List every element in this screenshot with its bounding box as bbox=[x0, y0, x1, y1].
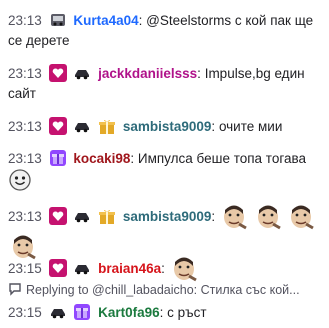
pepe-face-emote-icon[interactable] bbox=[220, 202, 248, 230]
gift-badge-icon[interactable] bbox=[98, 117, 116, 135]
timestamp: 23:13 bbox=[8, 119, 42, 134]
reply-icon bbox=[8, 282, 22, 296]
heart-sub-badge-icon[interactable] bbox=[48, 117, 67, 135]
username[interactable]: Kart0fa96 bbox=[98, 305, 160, 320]
message-text: очите мии bbox=[218, 119, 283, 134]
smile-emote-icon[interactable] bbox=[9, 169, 31, 191]
car-badge-icon[interactable] bbox=[73, 64, 91, 82]
heart-sub-badge-icon[interactable] bbox=[48, 259, 67, 277]
message-text: с ръст bbox=[167, 305, 207, 320]
reply-text: Replying to @chill_labadaicho: Стилка съ… bbox=[26, 283, 300, 297]
chat-message: 23:15 braian46a: bbox=[8, 254, 325, 282]
timestamp: 23:13 bbox=[8, 209, 42, 224]
chat-message: 23:13 sambista9009: bbox=[8, 202, 325, 260]
username[interactable]: sambista9009 bbox=[123, 209, 212, 224]
reply-context[interactable]: Replying to @chill_labadaicho: Стилка съ… bbox=[8, 281, 325, 299]
timestamp: 23:13 bbox=[8, 66, 42, 81]
car-badge-icon[interactable] bbox=[73, 207, 91, 225]
timestamp: 23:13 bbox=[8, 151, 42, 166]
message-text: Импулса беше топа тогава bbox=[137, 151, 307, 166]
gift-badge-icon[interactable] bbox=[49, 149, 67, 167]
username[interactable]: jackkdaniielsss bbox=[98, 66, 197, 81]
chat-message: 23:13 jackkdaniielsss: Impulse,bg един с… bbox=[8, 64, 305, 101]
timestamp: 23:13 bbox=[8, 13, 42, 28]
username[interactable]: kocaki98 bbox=[73, 151, 130, 166]
pepe-face-emote-icon[interactable] bbox=[287, 202, 315, 230]
chat-message: 23:13 Kurta4a04: @Steelstorms с кой пак … bbox=[8, 11, 314, 48]
car-badge-icon[interactable] bbox=[49, 303, 67, 321]
heart-sub-badge-icon[interactable] bbox=[48, 64, 67, 82]
username[interactable]: sambista9009 bbox=[123, 119, 212, 134]
timestamp: 23:15 bbox=[8, 305, 42, 320]
pepe-face-emote-icon[interactable] bbox=[170, 254, 198, 282]
gift-badge-icon[interactable] bbox=[98, 207, 116, 225]
car-badge-icon[interactable] bbox=[73, 117, 91, 135]
chat-message: 23:13 kocaki98: Импулса беше топа тогава bbox=[8, 149, 325, 191]
chat-panel: 23:13 Kurta4a04: @Steelstorms с кой пак … bbox=[0, 0, 329, 328]
gift-badge-icon[interactable] bbox=[73, 303, 91, 321]
chat-message: 23:13 sambista9009: очите мии bbox=[8, 117, 283, 135]
car-badge-icon[interactable] bbox=[49, 11, 67, 29]
chat-message: 23:15 Kart0fa96: с ръст bbox=[8, 303, 207, 321]
username[interactable]: Kurta4a04 bbox=[73, 13, 138, 28]
timestamp: 23:15 bbox=[8, 261, 42, 276]
pepe-face-emote-icon[interactable] bbox=[254, 202, 282, 230]
username[interactable]: braian46a bbox=[98, 261, 161, 276]
car-badge-icon[interactable] bbox=[73, 259, 91, 277]
heart-sub-badge-icon[interactable] bbox=[48, 207, 67, 225]
